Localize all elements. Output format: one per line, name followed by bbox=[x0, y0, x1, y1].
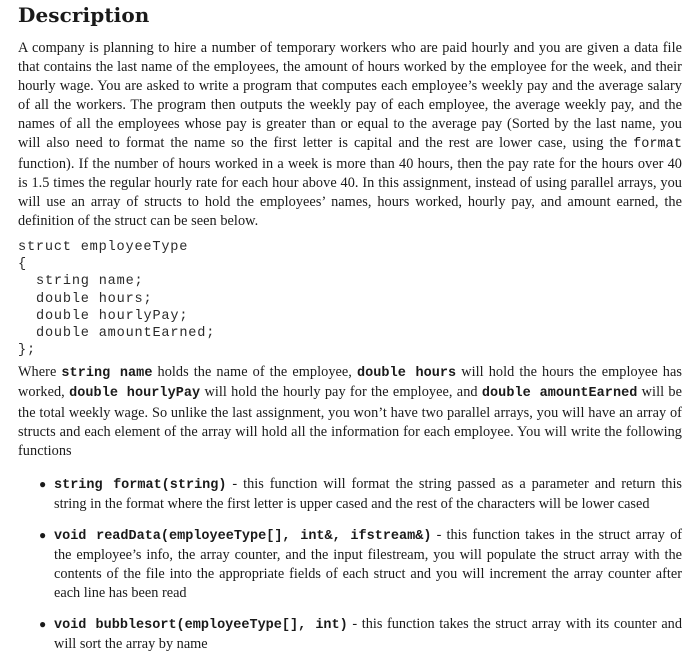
code-inline-amountearned: double amountEarned bbox=[481, 386, 638, 402]
code-open-brace: { bbox=[18, 257, 27, 273]
bullet-icon: ● bbox=[39, 617, 47, 632]
code-field: double hours; bbox=[36, 291, 153, 307]
explanation-text: holds the name of the employee, bbox=[152, 364, 357, 381]
intro-text-1: A company is planning to hire a number o… bbox=[18, 40, 682, 152]
code-inline-name: string name bbox=[61, 366, 153, 382]
function-signature: string format(string) bbox=[54, 477, 227, 493]
code-close-brace: }; bbox=[18, 343, 36, 359]
code-field: string name; bbox=[36, 274, 144, 290]
code-inline-hours: double hours bbox=[356, 366, 457, 382]
section-title: Description bbox=[18, 3, 150, 27]
code-field: double hourlyPay; bbox=[36, 308, 189, 324]
bullet-icon: ● bbox=[39, 476, 47, 491]
code-field: double amountEarned; bbox=[36, 325, 216, 341]
function-signature: void bubblesort(employeeType[], int) bbox=[54, 618, 348, 634]
function-list: ● string format(string) - this function w… bbox=[18, 475, 682, 655]
bullet-icon: ● bbox=[39, 528, 47, 543]
struct-code-block: struct employeeType{string name; double h… bbox=[18, 239, 682, 359]
explanation-paragraph: Where string name holds the name of the … bbox=[18, 363, 682, 460]
code-struct-header: struct employeeType bbox=[18, 239, 189, 255]
function-item: ● void readData(employeeType[], int&, ifs… bbox=[39, 526, 682, 603]
intro-paragraph: A company is planning to hire a number o… bbox=[18, 39, 682, 231]
explanation-text: Where bbox=[18, 364, 62, 381]
intro-text-2: function). If the number of hours worked… bbox=[18, 155, 682, 229]
function-item: ● void bubblesort(employeeType[], int) - … bbox=[39, 615, 682, 654]
function-signature: void readData(employeeType[], int&, ifst… bbox=[54, 529, 432, 545]
document-page: Description A company is planning to hir… bbox=[0, 0, 700, 655]
explanation-text: will hold the hourly pay for the employe… bbox=[200, 384, 482, 401]
function-item: ● string format(string) - this function w… bbox=[39, 475, 682, 514]
code-inline-hourlypay: double hourlyPay bbox=[69, 386, 201, 402]
format-code-inline: format bbox=[633, 137, 682, 153]
